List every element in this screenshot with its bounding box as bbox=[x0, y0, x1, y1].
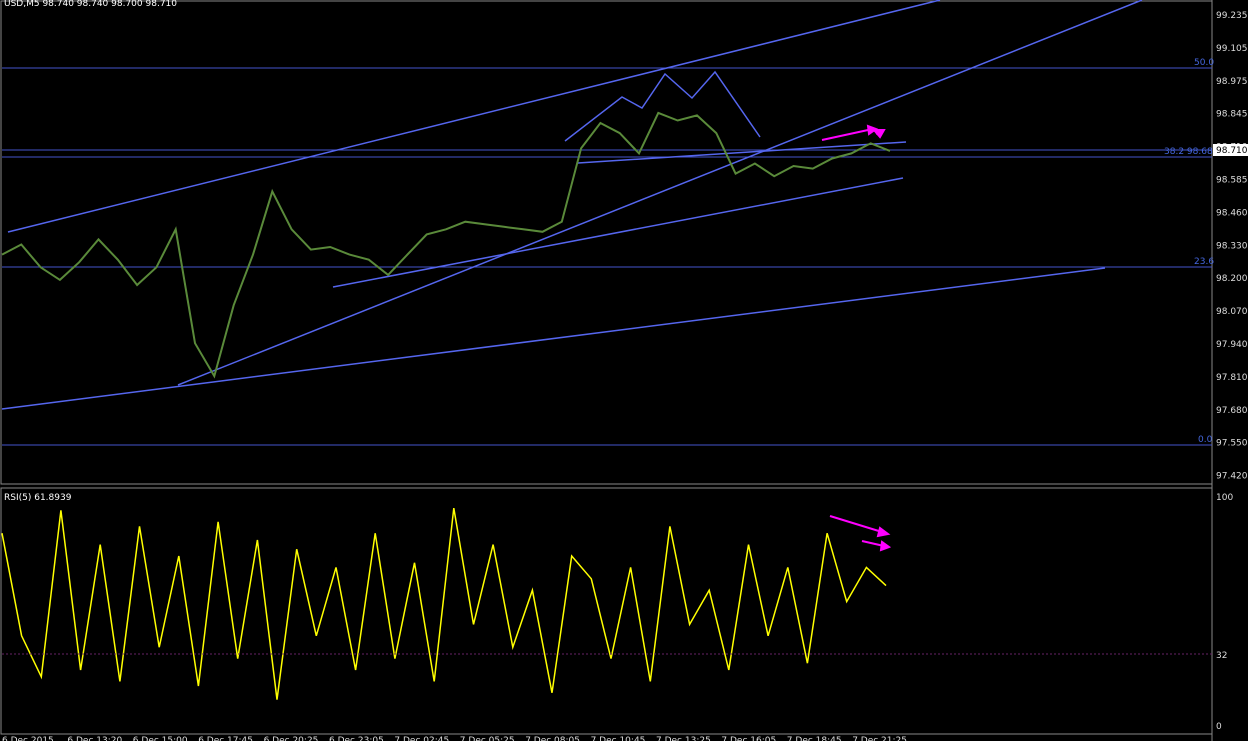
time-axis-label: 6 Dec 2015 bbox=[2, 736, 54, 741]
price-axis-label: 97.680 bbox=[1216, 406, 1248, 416]
time-axis: 6 Dec 2015 6 Dec 13:20 6 Dec 15:00 6 Dec 17… bbox=[2, 736, 907, 741]
fib-50-label: 50.0 bbox=[1194, 58, 1214, 68]
fib-236-label: 23.6 bbox=[1194, 257, 1214, 267]
rsi-level-100: 100 bbox=[1216, 493, 1233, 503]
time-axis-label: 7 Dec 13:25 bbox=[656, 736, 711, 741]
time-axis-label: 6 Dec 17:45 bbox=[198, 736, 253, 741]
price-axis-label: 98.070 bbox=[1216, 307, 1248, 317]
fib-382-label: 38.2 98.685 bbox=[1164, 147, 1218, 157]
price-axis-label: 97.550 bbox=[1216, 439, 1248, 449]
time-axis-label: 7 Dec 21:25 bbox=[852, 736, 907, 741]
price-axis-label: 97.420 bbox=[1216, 472, 1248, 482]
price-axis-label: 99.105 bbox=[1216, 44, 1248, 54]
price-axis-label: 98.845 bbox=[1216, 110, 1248, 120]
time-axis-label: 6 Dec 23:05 bbox=[329, 736, 384, 741]
time-axis-label: 7 Dec 02:45 bbox=[394, 736, 449, 741]
time-axis-label: 7 Dec 18:45 bbox=[787, 736, 842, 741]
time-axis-label: 7 Dec 10:45 bbox=[591, 736, 646, 741]
main-chart-title: USD,M5 98.740 98.740 98.700 98.710 bbox=[4, 0, 177, 9]
time-axis-label: 6 Dec 13:20 bbox=[67, 736, 122, 741]
rsi-pane[interactable] bbox=[0, 487, 1213, 735]
price-axis: 99.235 99.105 98.975 98.845 98.710 98.585 98.4… bbox=[1216, 11, 1248, 482]
price-axis-label: 98.975 bbox=[1216, 77, 1248, 87]
time-axis-label: 6 Dec 15:00 bbox=[133, 736, 188, 741]
time-axis-label: 6 Dec 20:25 bbox=[264, 736, 319, 741]
price-axis-label: 98.585 bbox=[1216, 176, 1248, 186]
time-axis-label: 7 Dec 16:05 bbox=[721, 736, 776, 741]
rsi-level-32: 32 bbox=[1216, 651, 1227, 661]
time-axis-label: 7 Dec 08:05 bbox=[525, 736, 580, 741]
price-axis-label: 98.330 bbox=[1216, 241, 1248, 251]
price-axis-label: 97.940 bbox=[1216, 340, 1248, 350]
price-axis-label: 98.460 bbox=[1216, 208, 1248, 218]
time-axis-label: 7 Dec 05:25 bbox=[460, 736, 515, 741]
rsi-title: RSI(5) 61.8939 bbox=[4, 493, 72, 503]
fib-0-label: 0.0 bbox=[1198, 435, 1213, 445]
rsi-level-0: 0 bbox=[1216, 722, 1222, 732]
price-axis-label: 97.810 bbox=[1216, 373, 1248, 383]
main-chart-pane[interactable] bbox=[0, 0, 1213, 485]
trading-chart[interactable]: USD,M5 98.740 98.740 98.700 98.710 50.0 … bbox=[0, 0, 1248, 741]
price-axis-label: 99.235 bbox=[1216, 11, 1248, 21]
price-axis-label: 98.200 bbox=[1216, 274, 1248, 284]
current-price-label: 98.710 bbox=[1216, 146, 1248, 156]
